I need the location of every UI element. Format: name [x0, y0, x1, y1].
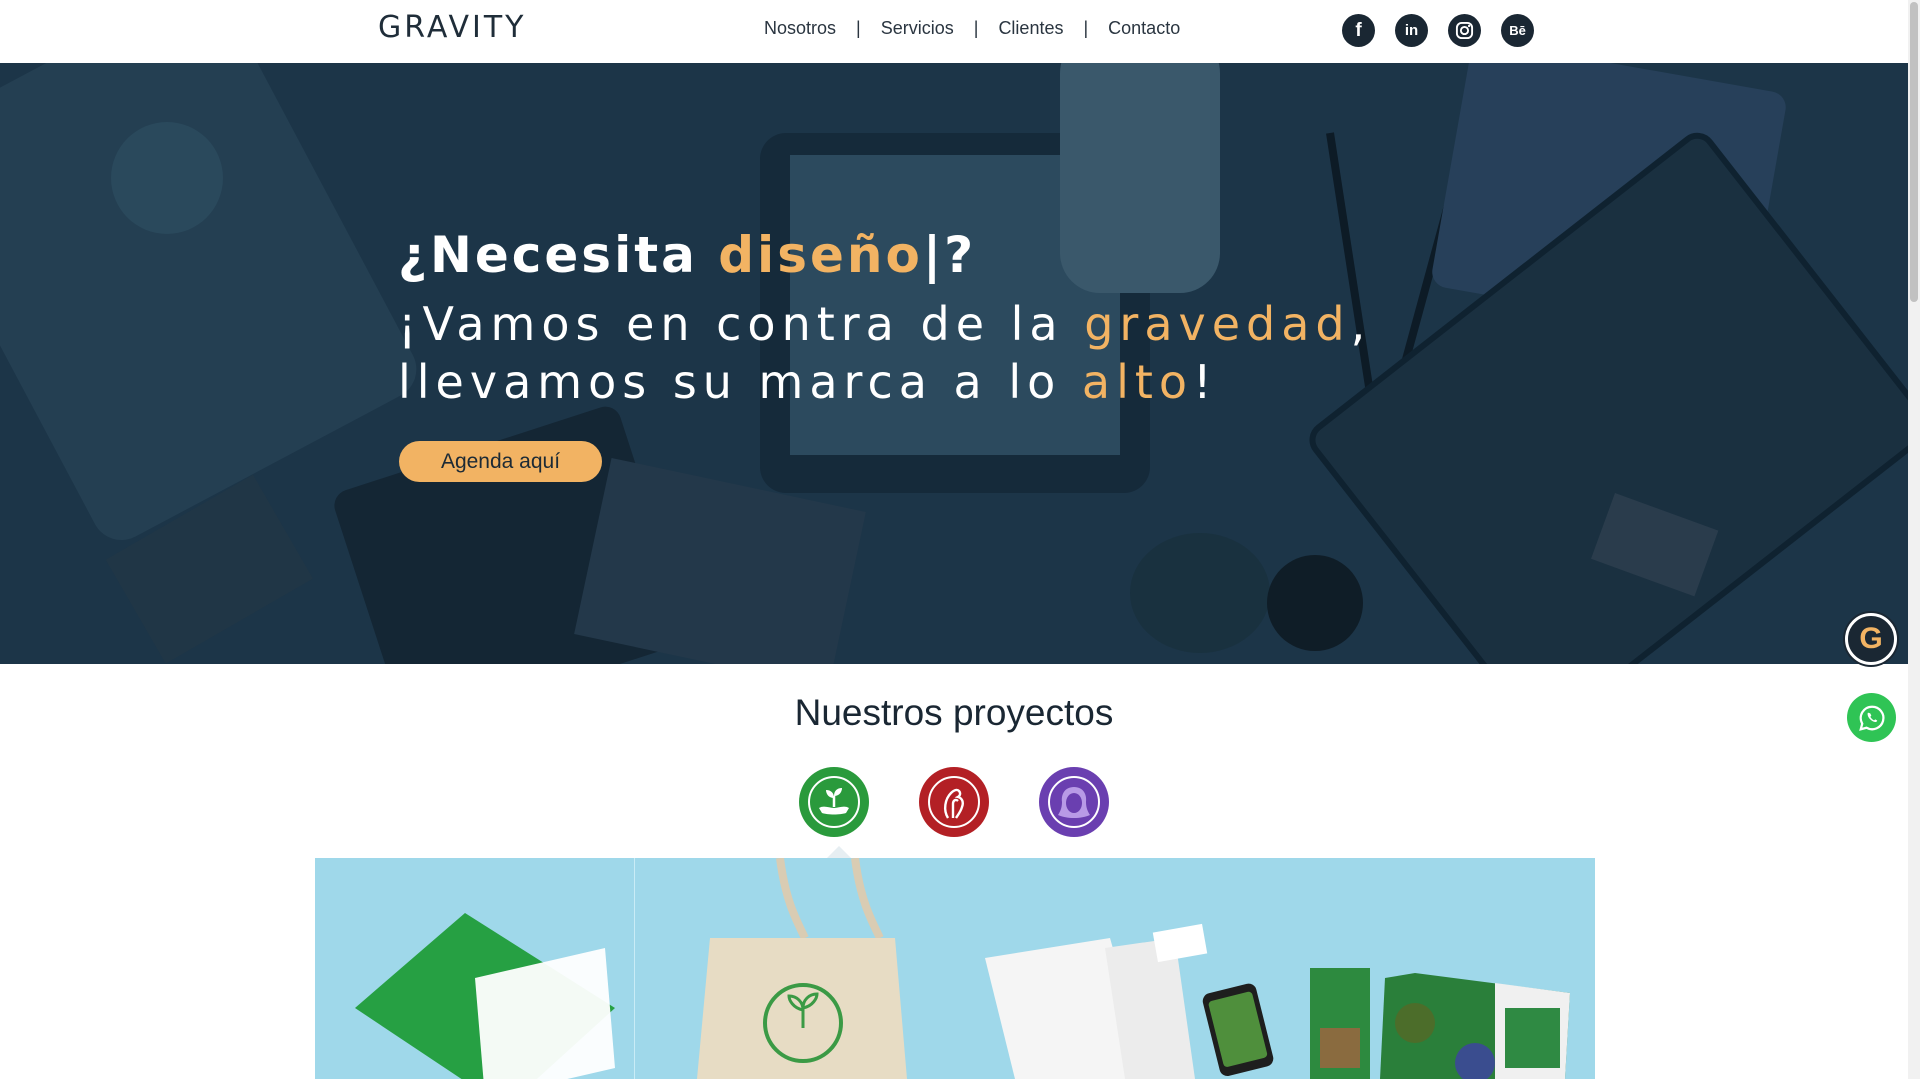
- rooster-icon: [928, 776, 980, 828]
- gravity-badge-icon: G: [1859, 622, 1883, 655]
- hero-line1-start: ¡Vamos en contra de la: [398, 297, 1085, 351]
- project-selector: [799, 767, 1109, 837]
- hero-title-end: |?: [922, 226, 977, 284]
- projects-title: Nuestros proyectos: [794, 692, 1114, 733]
- hero-line1-accent: gravedad: [1084, 297, 1351, 351]
- woman-silhouette-icon: [1048, 776, 1100, 828]
- showcase-divider: [634, 858, 635, 1079]
- site-header: GRAVITY Nosotros | Servicios | Clientes …: [0, 0, 1908, 63]
- nav-separator: |: [973, 18, 979, 38]
- hero-subtitle: ¡Vamos en contra de la gravedad, llevamo…: [398, 295, 1371, 411]
- page-scrollbar[interactable]: [1908, 0, 1920, 1079]
- logo[interactable]: GRAVITY: [378, 10, 527, 45]
- nav-nosotros[interactable]: Nosotros: [764, 18, 836, 39]
- facebook-icon[interactable]: f: [1342, 14, 1375, 47]
- hero-title-start: ¿Necesita: [398, 226, 719, 284]
- whatsapp-icon: [1858, 705, 1884, 731]
- hero-subtitle-line-1: ¡Vamos en contra de la gravedad,: [398, 295, 1371, 353]
- hero-line1-end: ,: [1350, 297, 1372, 351]
- hero-line2-accent: alto: [1081, 355, 1194, 409]
- project-tab-woman[interactable]: [1039, 767, 1109, 837]
- hero-line2-end: !: [1193, 355, 1218, 409]
- behance-label: Bē: [1509, 23, 1526, 38]
- instagram-glyph: [1455, 21, 1474, 40]
- main-nav: Nosotros | Servicios | Clientes | Contac…: [764, 18, 1180, 39]
- whatsapp-button[interactable]: [1847, 693, 1896, 742]
- project-showcase: [315, 858, 1595, 1079]
- gravity-badge-button[interactable]: G: [1845, 613, 1897, 665]
- nav-separator: |: [856, 18, 861, 38]
- social-links: f in Bē: [1342, 14, 1534, 47]
- selected-project-pointer: [827, 846, 851, 858]
- hero-subtitle-line-2: llevamos su marca a lo alto!: [398, 353, 1371, 411]
- project-tab-rooster[interactable]: [919, 767, 989, 837]
- linkedin-icon[interactable]: in: [1395, 14, 1428, 47]
- hero-banner: ¿Necesita diseño|? ¡Vamos en contra de l…: [0, 63, 1908, 664]
- project-mockup-image: [355, 858, 1570, 1079]
- nav-servicios[interactable]: Servicios: [881, 18, 954, 39]
- project-tab-orevo[interactable]: [799, 767, 869, 837]
- facebook-label: f: [1355, 19, 1362, 41]
- nav-separator: |: [1083, 18, 1089, 38]
- hero-title: ¿Necesita diseño|?: [398, 226, 976, 284]
- instagram-icon[interactable]: [1448, 14, 1481, 47]
- hero-title-accent: diseño: [718, 226, 923, 284]
- linkedin-label: in: [1404, 22, 1419, 39]
- nav-clientes[interactable]: Clientes: [998, 18, 1063, 39]
- scrollbar-thumb[interactable]: [1910, 2, 1918, 302]
- plant-hand-icon: [808, 776, 860, 828]
- hero-line2-start: llevamos su marca a lo: [398, 355, 1082, 409]
- behance-icon[interactable]: Bē: [1501, 14, 1534, 47]
- nav-contacto[interactable]: Contacto: [1108, 18, 1180, 39]
- agenda-button[interactable]: Agenda aquí: [399, 441, 602, 482]
